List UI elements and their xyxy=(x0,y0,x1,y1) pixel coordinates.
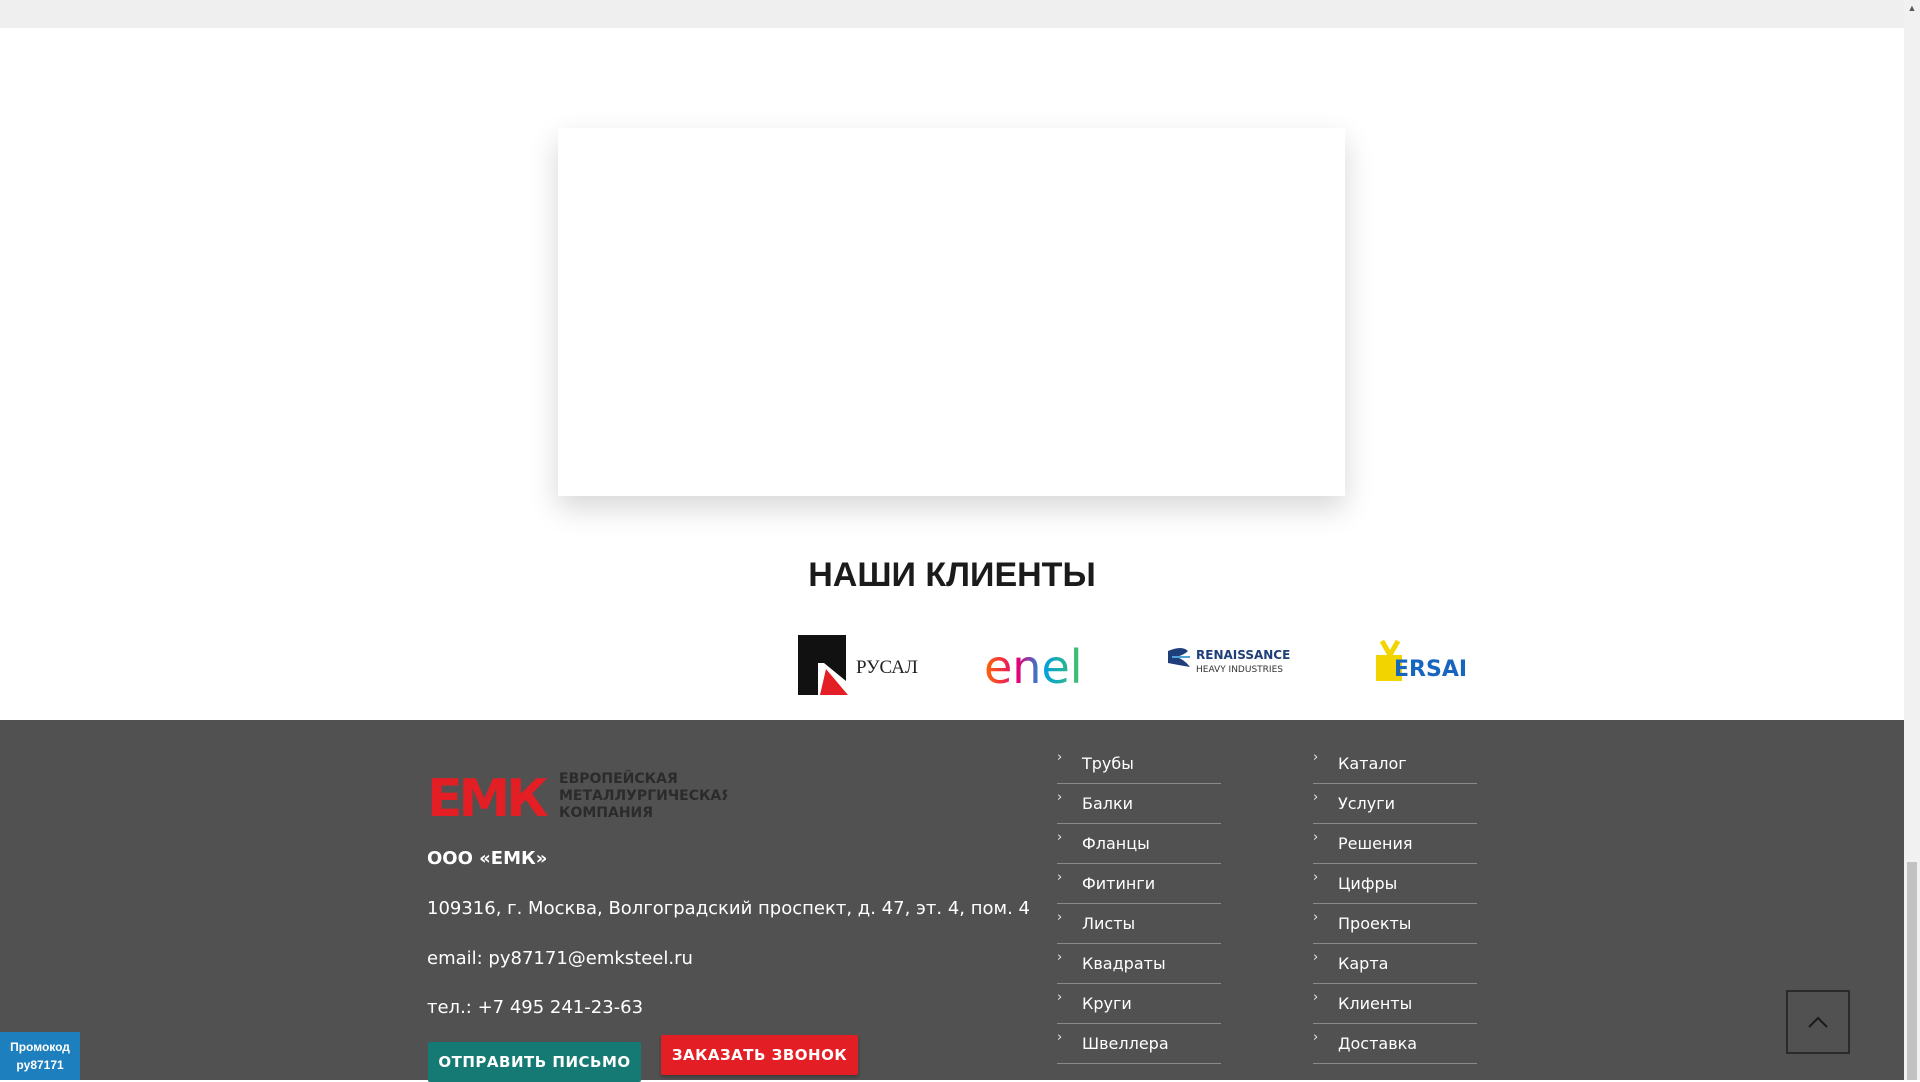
menu-item-clients[interactable]: › Клиенты xyxy=(1313,984,1477,1024)
menu-item-pipes[interactable]: › Трубы xyxy=(1057,744,1221,784)
promo-code: py87171 xyxy=(16,1058,64,1072)
menu-item-label: Цифры xyxy=(1338,874,1398,893)
menu-item-label: Круги xyxy=(1082,994,1132,1013)
company-email[interactable]: email: py87171@emksteel.ru xyxy=(427,948,693,969)
renaissance-logo-subtext: HEAVY INDUSTRIES xyxy=(1196,665,1283,675)
emk-logo-line2: МЕТАЛЛУРГИЧЕСКАЯ xyxy=(559,788,727,804)
scroll-up-arrow-icon[interactable]: ▲ xyxy=(1904,0,1920,16)
menu-item-map[interactable]: › Карта xyxy=(1313,944,1477,984)
emk-logo-mark: ЕМК xyxy=(427,769,548,820)
company-menu: › Каталог › Услуги › Решения › Цифры › Проект… xyxy=(1313,744,1477,1064)
chevron-right-icon: › xyxy=(1313,870,1319,885)
menu-item-label: Трубы xyxy=(1082,754,1134,773)
chevron-right-icon: › xyxy=(1057,1030,1063,1045)
chevron-right-icon: › xyxy=(1057,870,1063,885)
menu-item-sheets[interactable]: › Листы xyxy=(1057,904,1221,944)
chevron-right-icon: › xyxy=(1057,990,1063,1005)
video-embed[interactable] xyxy=(558,128,1345,496)
menu-item-channels[interactable]: › Швеллера xyxy=(1057,1024,1221,1064)
ersai-logo-text: ERSAI xyxy=(1394,657,1467,682)
menu-item-label: Балки xyxy=(1082,794,1134,813)
chevron-right-icon: › xyxy=(1057,950,1063,965)
menu-item-figures[interactable]: › Цифры xyxy=(1313,864,1477,904)
menu-item-label: Фланцы xyxy=(1082,834,1150,853)
chevron-right-icon: › xyxy=(1057,830,1063,845)
company-address: 109316, г. Москва, Волгоградский проспек… xyxy=(427,898,1030,919)
menu-item-rounds[interactable]: › Круги xyxy=(1057,984,1221,1024)
emk-logo-line1: ЕВРОПЕЙСКАЯ xyxy=(559,770,678,787)
chevron-up-icon xyxy=(1808,1016,1828,1028)
menu-item-label: Квадраты xyxy=(1082,954,1166,973)
enel-logo-text: enel xyxy=(984,640,1083,694)
menu-item-projects[interactable]: › Проекты xyxy=(1313,904,1477,944)
menu-item-label: Решения xyxy=(1338,834,1413,853)
menu-item-solutions[interactable]: › Решения xyxy=(1313,824,1477,864)
content-area: НАШИ КЛИЕНТЫ РУСАЛ enel RENAISSANCE HEAV… xyxy=(0,28,1904,720)
rusal-logo: РУСАЛ xyxy=(796,633,936,703)
company-name: ООО «ЕМК» xyxy=(427,848,548,869)
clients-heading: НАШИ КЛИЕНТЫ xyxy=(808,556,1096,594)
menu-item-label: Клиенты xyxy=(1338,994,1413,1013)
chevron-right-icon: › xyxy=(1313,910,1319,925)
order-call-button[interactable]: ЗАКАЗАТЬ ЗВОНОК xyxy=(661,1035,858,1075)
company-phone[interactable]: тел.: +7 495 241-23-63 xyxy=(427,997,643,1018)
menu-item-fittings[interactable]: › Фитинги xyxy=(1057,864,1221,904)
renaissance-logo-text: RENAISSANCE xyxy=(1196,648,1290,662)
chevron-right-icon: › xyxy=(1057,790,1063,805)
menu-item-delivery[interactable]: › Доставка xyxy=(1313,1024,1477,1064)
footer: ЕМК ЕВРОПЕЙСКАЯ МЕТАЛЛУРГИЧЕСКАЯ КОМПАНИ… xyxy=(0,720,1904,1082)
menu-item-label: Проекты xyxy=(1338,914,1412,933)
menu-item-label: Карта xyxy=(1338,954,1389,973)
chevron-right-icon: › xyxy=(1313,990,1319,1005)
promo-code-badge[interactable]: Промокод py87171 xyxy=(0,1032,80,1080)
products-menu: › Трубы › Балки › Фланцы › Фитинги › Листы › К… xyxy=(1057,744,1221,1064)
rusal-logo-text: РУСАЛ xyxy=(856,657,918,678)
chevron-right-icon: › xyxy=(1313,790,1319,805)
menu-item-label: Каталог xyxy=(1338,754,1407,773)
menu-item-flanges[interactable]: › Фланцы xyxy=(1057,824,1221,864)
menu-item-squares[interactable]: › Квадраты xyxy=(1057,944,1221,984)
emk-logo-line3: КОМПАНИЯ xyxy=(559,805,653,820)
menu-item-catalog[interactable]: › Каталог xyxy=(1313,744,1477,784)
menu-item-label: Швеллера xyxy=(1082,1034,1169,1053)
chevron-right-icon: › xyxy=(1313,830,1319,845)
scrollbar-thumb[interactable] xyxy=(1907,862,1917,1080)
menu-item-label: Услуги xyxy=(1338,794,1396,813)
menu-item-beams[interactable]: › Балки xyxy=(1057,784,1221,824)
send-letter-button[interactable]: ОТПРАВИТЬ ПИСЬМО xyxy=(428,1042,641,1082)
chevron-right-icon: › xyxy=(1313,1030,1319,1045)
chevron-right-icon: › xyxy=(1057,910,1063,925)
renaissance-logo: RENAISSANCE HEAVY INDUSTRIES xyxy=(1164,633,1314,703)
promo-label: Промокод xyxy=(10,1040,70,1054)
menu-item-label: Доставка xyxy=(1338,1034,1418,1053)
emk-logo[interactable]: ЕМК ЕВРОПЕЙСКАЯ МЕТАЛЛУРГИЧЕСКАЯ КОМПАНИ… xyxy=(427,768,732,829)
ersai-logo: ERSAI xyxy=(1370,633,1510,703)
top-strip xyxy=(0,0,1904,28)
menu-item-services[interactable]: › Услуги xyxy=(1313,784,1477,824)
menu-item-label: Листы xyxy=(1082,914,1136,933)
chevron-right-icon: › xyxy=(1313,750,1319,765)
enel-logo: enel xyxy=(980,633,1120,703)
menu-item-label: Фитинги xyxy=(1082,874,1156,893)
chevron-right-icon: › xyxy=(1313,950,1319,965)
scroll-to-top-button[interactable] xyxy=(1786,990,1850,1054)
chevron-right-icon: › xyxy=(1057,750,1063,765)
